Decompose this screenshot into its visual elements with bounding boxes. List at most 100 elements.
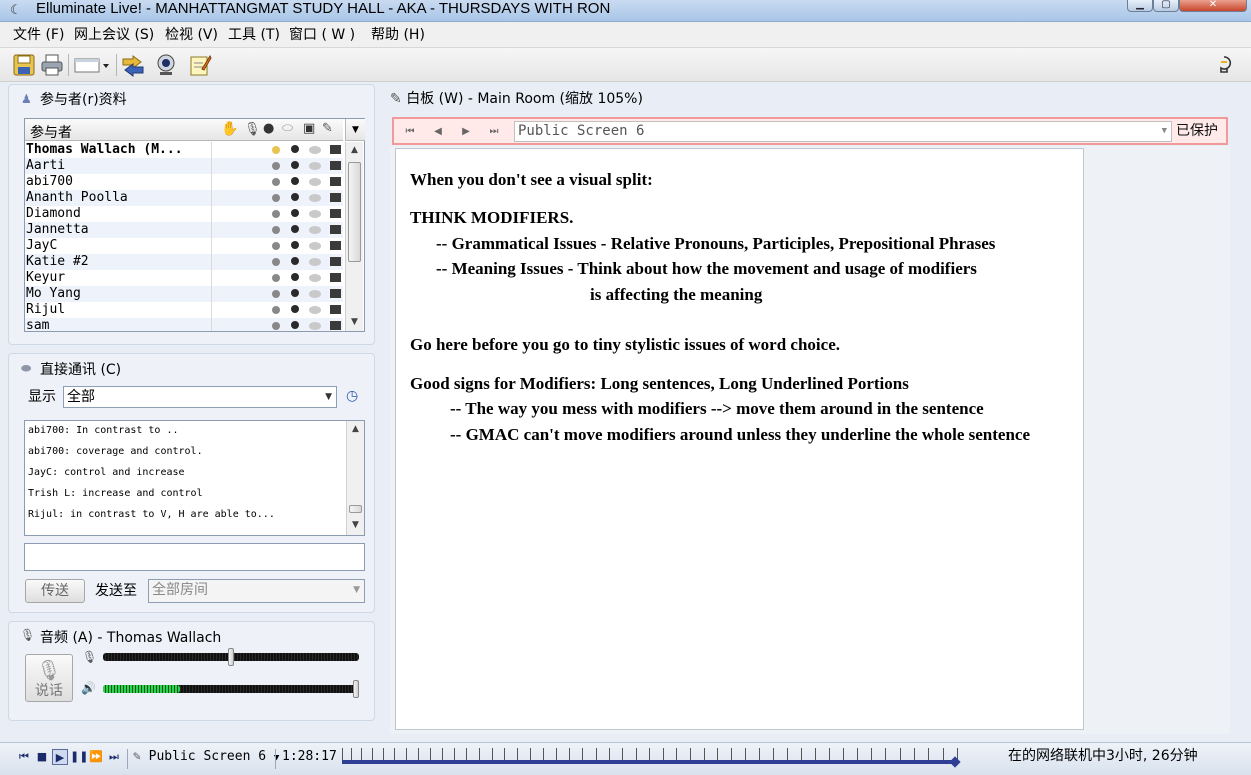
participants-scrollbar[interactable]: ▲ ▼ [345,142,363,331]
maximize-button[interactable]: ▢ [1153,0,1179,12]
column-menu-button[interactable]: ▼ [345,119,365,141]
chat-status-icon [309,162,321,170]
scroll-up-icon[interactable]: ▲ [346,142,363,158]
chat-status-icon [309,210,321,218]
send-to-select[interactable]: 全部房间 ▼ [148,579,365,603]
chat-status-icon [309,178,321,186]
timeline-tick [595,748,597,760]
webcam-icon[interactable] [154,53,178,77]
skip-back-icon[interactable]: ⏮ [16,749,32,765]
column-divider [211,142,212,331]
menu-tools[interactable]: 工具 (T) [228,27,280,43]
last-screen-icon[interactable]: ⏭ [486,123,502,141]
raise-hand-icon[interactable]: ✋ [221,121,238,137]
scroll-down-icon[interactable]: ▼ [347,517,364,533]
playback-screen-select[interactable]: ✎ Public Screen 6 ▼ [133,749,279,766]
send-button[interactable]: 传送 [25,579,85,603]
user-status-icon [291,209,299,217]
chat-filter-select[interactable]: 全部 ▼ [63,386,337,408]
save-icon[interactable] [12,53,36,77]
participants-list[interactable]: 参与者 ✋ 🎙 ● ⬭ ▣ ✎ ▼ Thomas Wallach (M... A… [24,118,365,332]
menu-file[interactable]: 文件 (F) [13,27,64,43]
whiteboard-text: -- Meaning Issues - Think about how the … [436,259,977,278]
audio-title: 音频 (A) - Thomas Wallach [40,630,222,646]
slider-thumb[interactable] [353,680,359,698]
chat-status-icon [309,226,321,234]
timeline-tick [800,748,802,760]
chat-input[interactable] [24,543,365,571]
chat-status-icon [309,194,321,202]
protected-badge: 已保护 [1176,123,1218,139]
microphone-icon[interactable]: 🎙 [244,122,261,137]
participant-name: JayC [26,238,58,253]
timeline-tick [350,748,352,760]
menu-session[interactable]: 网上会议 (S) [74,27,154,43]
chat-message: Trish L: increase and control [28,488,203,499]
minimize-button[interactable]: ▁ [1127,0,1153,12]
screen-status-icon [330,209,341,218]
whiteboard-canvas[interactable]: When you don't see a visual split: THINK… [395,148,1084,730]
timeline-tick [942,748,944,760]
timeline-tick [517,748,519,760]
lightbulb-icon[interactable] [1214,53,1234,77]
screen-select[interactable]: Public Screen 6 ▼ [514,121,1172,142]
first-screen-icon[interactable]: ⏮ [402,123,418,141]
playback-timeline[interactable] [342,748,961,768]
layout-icon[interactable] [74,53,112,77]
scroll-down-icon[interactable]: ▼ [346,314,363,330]
clock-icon[interactable]: ◷ [346,388,358,404]
toolbar [0,48,1251,82]
pen-icon[interactable]: ✎ [322,121,333,136]
chat-scrollbar[interactable]: ▲ ▼ [346,421,364,535]
notes-icon[interactable] [188,53,212,77]
pause-icon[interactable]: ❚❚ [70,749,88,765]
menu-window[interactable]: 窗口 ( W ) [289,27,355,43]
scroll-thumb[interactable] [348,162,361,262]
timeline-tick [635,748,637,760]
close-button[interactable]: ✕ [1179,0,1247,12]
fast-forward-icon[interactable]: ⏩ [88,749,104,765]
microphone-status-icon [272,226,280,234]
timeline-tick [405,748,407,760]
timeline-playhead[interactable] [949,756,961,768]
slider-thumb[interactable] [228,648,234,666]
print-icon[interactable] [40,53,64,77]
user-icon[interactable]: ● [263,121,274,136]
screen-status-icon [330,161,341,170]
speaker-level-slider[interactable] [103,680,359,698]
toolbar-separator [275,749,276,769]
skip-forward-icon[interactable]: ⏭ [106,749,122,765]
menu-view[interactable]: 检视 (V) [165,27,218,43]
timeline-tick [417,748,419,760]
chat-bubble-icon[interactable]: ⬭ [282,121,293,136]
whiteboard-title: 白板 (W) - Main Room (缩放 105%) [406,91,643,107]
chat-status-icon [309,146,321,154]
previous-screen-icon[interactable]: ◀ [430,123,446,141]
timeline-tick [394,748,396,760]
scroll-thumb[interactable] [349,505,362,513]
next-screen-icon[interactable]: ▶ [458,123,474,141]
timeline-tick [758,748,760,760]
play-icon[interactable]: ▶ [52,749,68,765]
chat-transcript[interactable]: abi700: In contrast to .. abi700: covera… [24,420,365,536]
menu-help[interactable]: 帮助 (H) [371,27,425,43]
timeline-tick [662,748,664,760]
participant-name: Keyur [26,270,66,285]
microphone-status-icon [272,274,280,282]
timeline-tick [504,748,506,760]
user-status-icon [291,193,299,201]
screen-status-icon [330,257,341,266]
timeline-tick [842,748,844,760]
participant-rows: Thomas Wallach (M... Aarti abi700 Ananth… [25,142,345,331]
monitor-icon[interactable]: ▣ [303,121,315,136]
timeline-tick [786,748,788,760]
participant-name: Rijul [26,302,66,317]
participants-header-label[interactable]: 参与者 [30,122,72,142]
talk-button[interactable]: 🎙 说话 [25,654,73,702]
app-window: ☾ Elluminate Live! - MANHATTANGMAT STUDY… [0,0,1251,775]
microphone-level-slider[interactable] [103,648,359,666]
transfer-icon[interactable] [121,53,145,77]
scroll-up-icon[interactable]: ▲ [347,421,364,437]
user-status-icon [291,257,299,265]
stop-icon[interactable]: ■ [34,749,50,765]
